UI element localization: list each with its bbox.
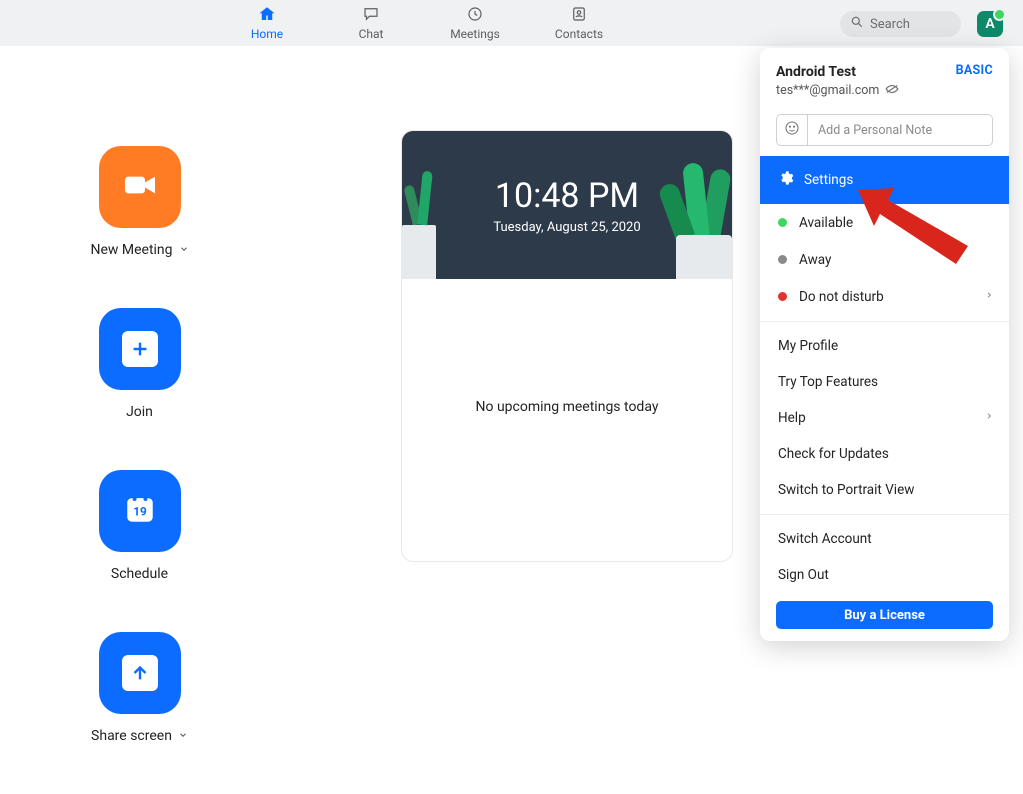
tab-home[interactable]: Home — [215, 5, 319, 41]
clock-date: Tuesday, August 25, 2020 — [493, 220, 640, 235]
reveal-icon[interactable] — [879, 83, 899, 98]
menu-updates-label: Check for Updates — [778, 446, 889, 462]
tab-home-label: Home — [251, 27, 283, 41]
menu-item-profile[interactable]: My Profile — [760, 328, 1009, 364]
menu-item-sign-out[interactable]: Sign Out — [760, 557, 1009, 593]
search-icon — [850, 15, 870, 33]
status-available[interactable]: Available — [760, 204, 1009, 241]
personal-note-input[interactable] — [808, 114, 993, 146]
share-screen-action: Share screen — [62, 632, 217, 744]
menu-profile-label: My Profile — [778, 338, 838, 354]
smiley-icon — [784, 120, 800, 140]
menu-switch-label: Switch Account — [778, 531, 872, 547]
join-action: Join — [62, 308, 217, 420]
emoji-button[interactable] — [776, 114, 808, 146]
buy-license-label: Buy a License — [844, 608, 925, 623]
contacts-icon — [570, 5, 588, 26]
status-dot-red — [778, 292, 787, 301]
plus-square-icon — [122, 331, 158, 367]
share-screen-label: Share screen — [91, 728, 172, 744]
home-icon — [258, 5, 276, 26]
join-label: Join — [126, 404, 153, 420]
clock-icon — [466, 5, 484, 26]
new-meeting-label-row[interactable]: New Meeting — [90, 242, 188, 258]
clock-card: 10:48 PM Tuesday, August 25, 2020 No upc… — [401, 130, 733, 562]
menu-portrait-label: Switch to Portrait View — [778, 482, 914, 498]
calendar-icon: 19 — [120, 489, 160, 533]
chevron-right-icon — [985, 289, 993, 305]
chat-icon — [362, 5, 380, 26]
join-button[interactable] — [99, 308, 181, 390]
menu-signout-label: Sign Out — [778, 567, 829, 583]
clock-banner: 10:48 PM Tuesday, August 25, 2020 — [402, 131, 732, 279]
menu-item-portrait[interactable]: Switch to Portrait View — [760, 472, 1009, 508]
plant-decoration — [662, 161, 732, 279]
status-dnd[interactable]: Do not disturb — [760, 278, 1009, 315]
user-email-row: tes***@gmail.com — [776, 83, 993, 98]
menu-help-label: Help — [778, 410, 806, 426]
share-screen-button[interactable] — [99, 632, 181, 714]
status-dot-gray — [778, 255, 787, 264]
menu-topfeatures-label: Try Top Features — [778, 374, 878, 390]
video-icon — [120, 165, 160, 209]
search-input[interactable]: Search — [840, 11, 961, 37]
nav-tabs: Home Chat Meetings Contacts — [215, 5, 631, 41]
status-dot-green — [778, 218, 787, 227]
tab-meetings[interactable]: Meetings — [423, 5, 527, 41]
action-grid: New Meeting Join 19 — [0, 146, 370, 794]
separator — [760, 514, 1009, 515]
schedule-action: 19 Schedule — [62, 470, 217, 582]
tab-meetings-label: Meetings — [450, 27, 500, 41]
status-dnd-label: Do not disturb — [799, 289, 884, 305]
gear-icon — [778, 170, 804, 190]
status-away[interactable]: Away — [760, 241, 1009, 278]
chevron-down-icon — [178, 728, 188, 744]
schedule-button[interactable]: 19 — [99, 470, 181, 552]
plant-decoration — [402, 145, 436, 279]
user-email: tes***@gmail.com — [776, 83, 879, 98]
share-screen-label-row[interactable]: Share screen — [91, 728, 188, 744]
status-away-label: Away — [799, 252, 831, 268]
topbar: Home Chat Meetings Contacts Search A — [0, 0, 1023, 46]
arrow-up-icon — [122, 655, 158, 691]
tab-contacts-label: Contacts — [555, 27, 603, 41]
chevron-down-icon — [179, 242, 189, 258]
tab-chat[interactable]: Chat — [319, 5, 423, 41]
no-meetings-text: No upcoming meetings today — [402, 399, 732, 415]
menu-header: Android Test tes***@gmail.com BASIC — [760, 48, 1009, 106]
status-available-label: Available — [799, 215, 853, 231]
search-placeholder: Search — [870, 17, 910, 32]
chevron-right-icon — [985, 410, 993, 426]
menu-item-switch-account[interactable]: Switch Account — [760, 521, 1009, 557]
tab-contacts[interactable]: Contacts — [527, 5, 631, 41]
avatar[interactable]: A — [977, 11, 1003, 37]
plan-badge: BASIC — [956, 63, 993, 78]
menu-item-top-features[interactable]: Try Top Features — [760, 364, 1009, 400]
schedule-label: Schedule — [111, 566, 168, 582]
avatar-letter: A — [985, 16, 994, 32]
tab-chat-label: Chat — [359, 27, 384, 41]
new-meeting-action: New Meeting — [62, 146, 217, 258]
new-meeting-button[interactable] — [99, 146, 181, 228]
personal-note-row — [760, 114, 1009, 146]
svg-text:19: 19 — [133, 504, 147, 518]
buy-license-button[interactable]: Buy a License — [776, 601, 993, 629]
new-meeting-label: New Meeting — [90, 242, 172, 258]
menu-item-check-updates[interactable]: Check for Updates — [760, 436, 1009, 472]
menu-item-help[interactable]: Help — [760, 400, 1009, 436]
profile-menu: Android Test tes***@gmail.com BASIC Sett… — [760, 48, 1009, 641]
clock-time: 10:48 PM — [495, 176, 639, 216]
separator — [760, 321, 1009, 322]
menu-item-settings[interactable]: Settings — [760, 156, 1009, 204]
menu-settings-label: Settings — [804, 172, 853, 188]
